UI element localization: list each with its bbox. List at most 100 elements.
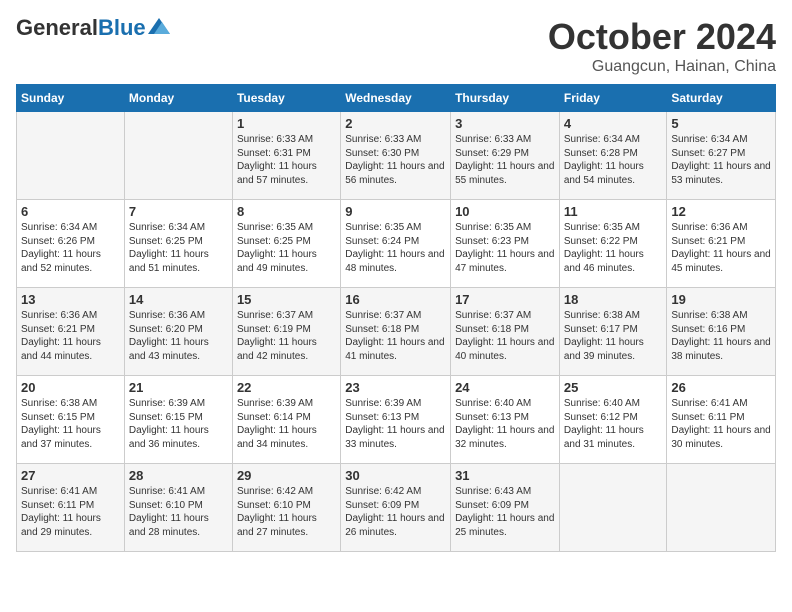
header-day-wednesday: Wednesday <box>341 85 451 112</box>
calendar-cell: 28 Sunrise: 6:41 AMSunset: 6:10 PMDayligh… <box>124 464 232 552</box>
day-info: Sunrise: 6:39 AMSunset: 6:14 PMDaylight:… <box>237 397 336 451</box>
day-number: 28 <box>129 468 228 483</box>
day-number: 21 <box>129 380 228 395</box>
day-number: 20 <box>21 380 120 395</box>
day-number: 2 <box>345 116 446 131</box>
day-info: Sunrise: 6:35 AMSunset: 6:23 PMDaylight:… <box>455 221 555 275</box>
calendar-cell: 12Sunrise: 6:36 AMSunset: 6:21 PMDayligh… <box>667 200 776 288</box>
calendar-cell: 31Sunrise: 6:43 AMSunset: 6:09 PMDayligh… <box>451 464 560 552</box>
day-info: Sunrise: 6:34 AMSunset: 6:28 PMDaylight:… <box>564 133 663 187</box>
day-number: 5 <box>671 116 771 131</box>
day-info: Sunrise: 6:37 AMSunset: 6:18 PMDaylight:… <box>345 309 446 363</box>
day-info: Sunrise: 6:37 AMSunset: 6:19 PMDaylight:… <box>237 309 336 363</box>
calendar-cell: 27 Sunrise: 6:41 AMSunset: 6:11 PMDayligh… <box>17 464 125 552</box>
header: GeneralBlue October 2024 Guangcun, Haina… <box>16 16 776 76</box>
calendar-cell: 18 Sunrise: 6:38 AMSunset: 6:17 PMDayligh… <box>559 288 667 376</box>
calendar-cell: 15Sunrise: 6:37 AMSunset: 6:19 PMDayligh… <box>232 288 340 376</box>
calendar-cell: 9Sunrise: 6:35 AMSunset: 6:24 PMDaylight… <box>341 200 451 288</box>
calendar-cell <box>124 112 232 200</box>
calendar-cell: 16Sunrise: 6:37 AMSunset: 6:18 PMDayligh… <box>341 288 451 376</box>
day-info: Sunrise: 6:38 AMSunset: 6:17 PMDaylight:… <box>564 309 663 363</box>
logo: GeneralBlue <box>16 16 170 40</box>
header-day-sunday: Sunday <box>17 85 125 112</box>
day-number: 1 <box>237 116 336 131</box>
month-title: October 2024 <box>548 16 776 58</box>
day-number: 7 <box>129 204 228 219</box>
calendar-week-4: 27 Sunrise: 6:41 AMSunset: 6:11 PMDayligh… <box>17 464 776 552</box>
day-info: Sunrise: 6:41 AMSunset: 6:11 PMDaylight:… <box>21 485 120 539</box>
day-number: 22 <box>237 380 336 395</box>
calendar-cell: 3 Sunrise: 6:33 AMSunset: 6:29 PMDaylight… <box>451 112 560 200</box>
day-info: Sunrise: 6:35 AMSunset: 6:24 PMDaylight:… <box>345 221 446 275</box>
calendar-cell: 13Sunrise: 6:36 AMSunset: 6:21 PMDayligh… <box>17 288 125 376</box>
calendar-week-2: 13Sunrise: 6:36 AMSunset: 6:21 PMDayligh… <box>17 288 776 376</box>
logo-general: General <box>16 15 98 40</box>
header-day-saturday: Saturday <box>667 85 776 112</box>
day-number: 19 <box>671 292 771 307</box>
day-info: Sunrise: 6:34 AMSunset: 6:25 PMDaylight:… <box>129 221 228 275</box>
day-info: Sunrise: 6:33 AMSunset: 6:29 PMDaylight:… <box>455 133 555 187</box>
calendar-cell: 19Sunrise: 6:38 AMSunset: 6:16 PMDayligh… <box>667 288 776 376</box>
day-info: Sunrise: 6:35 AMSunset: 6:22 PMDaylight:… <box>564 221 663 275</box>
day-number: 10 <box>455 204 555 219</box>
calendar-cell: 4 Sunrise: 6:34 AMSunset: 6:28 PMDaylight… <box>559 112 667 200</box>
calendar-week-0: 1 Sunrise: 6:33 AMSunset: 6:31 PMDaylight… <box>17 112 776 200</box>
calendar-cell <box>667 464 776 552</box>
calendar-cell: 1 Sunrise: 6:33 AMSunset: 6:31 PMDaylight… <box>232 112 340 200</box>
header-day-friday: Friday <box>559 85 667 112</box>
day-info: Sunrise: 6:43 AMSunset: 6:09 PMDaylight:… <box>455 485 555 539</box>
day-info: Sunrise: 6:36 AMSunset: 6:21 PMDaylight:… <box>21 309 120 363</box>
day-number: 26 <box>671 380 771 395</box>
day-info: Sunrise: 6:35 AMSunset: 6:25 PMDaylight:… <box>237 221 336 275</box>
calendar-cell: 20Sunrise: 6:38 AMSunset: 6:15 PMDayligh… <box>17 376 125 464</box>
calendar-cell: 6Sunrise: 6:34 AMSunset: 6:26 PMDaylight… <box>17 200 125 288</box>
day-info: Sunrise: 6:40 AMSunset: 6:13 PMDaylight:… <box>455 397 555 451</box>
day-number: 11 <box>564 204 663 219</box>
day-info: Sunrise: 6:39 AMSunset: 6:13 PMDaylight:… <box>345 397 446 451</box>
location-title: Guangcun, Hainan, China <box>548 58 776 76</box>
day-info: Sunrise: 6:34 AMSunset: 6:27 PMDaylight:… <box>671 133 771 187</box>
calendar-cell: 11 Sunrise: 6:35 AMSunset: 6:22 PMDayligh… <box>559 200 667 288</box>
calendar-cell: 22 Sunrise: 6:39 AMSunset: 6:14 PMDayligh… <box>232 376 340 464</box>
day-number: 8 <box>237 204 336 219</box>
day-number: 18 <box>564 292 663 307</box>
header-day-tuesday: Tuesday <box>232 85 340 112</box>
calendar-cell <box>17 112 125 200</box>
header-row: SundayMondayTuesdayWednesdayThursdayFrid… <box>17 85 776 112</box>
day-number: 14 <box>129 292 228 307</box>
day-number: 17 <box>455 292 555 307</box>
day-info: Sunrise: 6:34 AMSunset: 6:26 PMDaylight:… <box>21 221 120 275</box>
calendar-cell: 25Sunrise: 6:40 AMSunset: 6:12 PMDayligh… <box>559 376 667 464</box>
calendar-cell: 30 Sunrise: 6:42 AMSunset: 6:09 PMDayligh… <box>341 464 451 552</box>
logo-blue: Blue <box>98 15 146 40</box>
calendar-cell: 29Sunrise: 6:42 AMSunset: 6:10 PMDayligh… <box>232 464 340 552</box>
day-info: Sunrise: 6:42 AMSunset: 6:09 PMDaylight:… <box>345 485 446 539</box>
day-number: 4 <box>564 116 663 131</box>
calendar-cell: 21 Sunrise: 6:39 AMSunset: 6:15 PMDayligh… <box>124 376 232 464</box>
day-info: Sunrise: 6:33 AMSunset: 6:31 PMDaylight:… <box>237 133 336 187</box>
day-info: Sunrise: 6:41 AMSunset: 6:10 PMDaylight:… <box>129 485 228 539</box>
calendar-cell: 26Sunrise: 6:41 AMSunset: 6:11 PMDayligh… <box>667 376 776 464</box>
calendar-cell: 7 Sunrise: 6:34 AMSunset: 6:25 PMDaylight… <box>124 200 232 288</box>
day-number: 27 <box>21 468 120 483</box>
calendar-cell: 24 Sunrise: 6:40 AMSunset: 6:13 PMDayligh… <box>451 376 560 464</box>
day-number: 24 <box>455 380 555 395</box>
calendar-cell: 2 Sunrise: 6:33 AMSunset: 6:30 PMDaylight… <box>341 112 451 200</box>
day-info: Sunrise: 6:39 AMSunset: 6:15 PMDaylight:… <box>129 397 228 451</box>
day-info: Sunrise: 6:37 AMSunset: 6:18 PMDaylight:… <box>455 309 555 363</box>
calendar-cell: 14Sunrise: 6:36 AMSunset: 6:20 PMDayligh… <box>124 288 232 376</box>
day-number: 12 <box>671 204 771 219</box>
day-info: Sunrise: 6:33 AMSunset: 6:30 PMDaylight:… <box>345 133 446 187</box>
day-number: 3 <box>455 116 555 131</box>
calendar-week-1: 6Sunrise: 6:34 AMSunset: 6:26 PMDaylight… <box>17 200 776 288</box>
calendar-cell <box>559 464 667 552</box>
day-number: 23 <box>345 380 446 395</box>
day-info: Sunrise: 6:42 AMSunset: 6:10 PMDaylight:… <box>237 485 336 539</box>
calendar-cell: 5 Sunrise: 6:34 AMSunset: 6:27 PMDaylight… <box>667 112 776 200</box>
header-day-monday: Monday <box>124 85 232 112</box>
logo-icon <box>148 18 170 34</box>
title-area: October 2024 Guangcun, Hainan, China <box>548 16 776 76</box>
calendar-table: SundayMondayTuesdayWednesdayThursdayFrid… <box>16 84 776 552</box>
day-number: 30 <box>345 468 446 483</box>
calendar-week-3: 20Sunrise: 6:38 AMSunset: 6:15 PMDayligh… <box>17 376 776 464</box>
